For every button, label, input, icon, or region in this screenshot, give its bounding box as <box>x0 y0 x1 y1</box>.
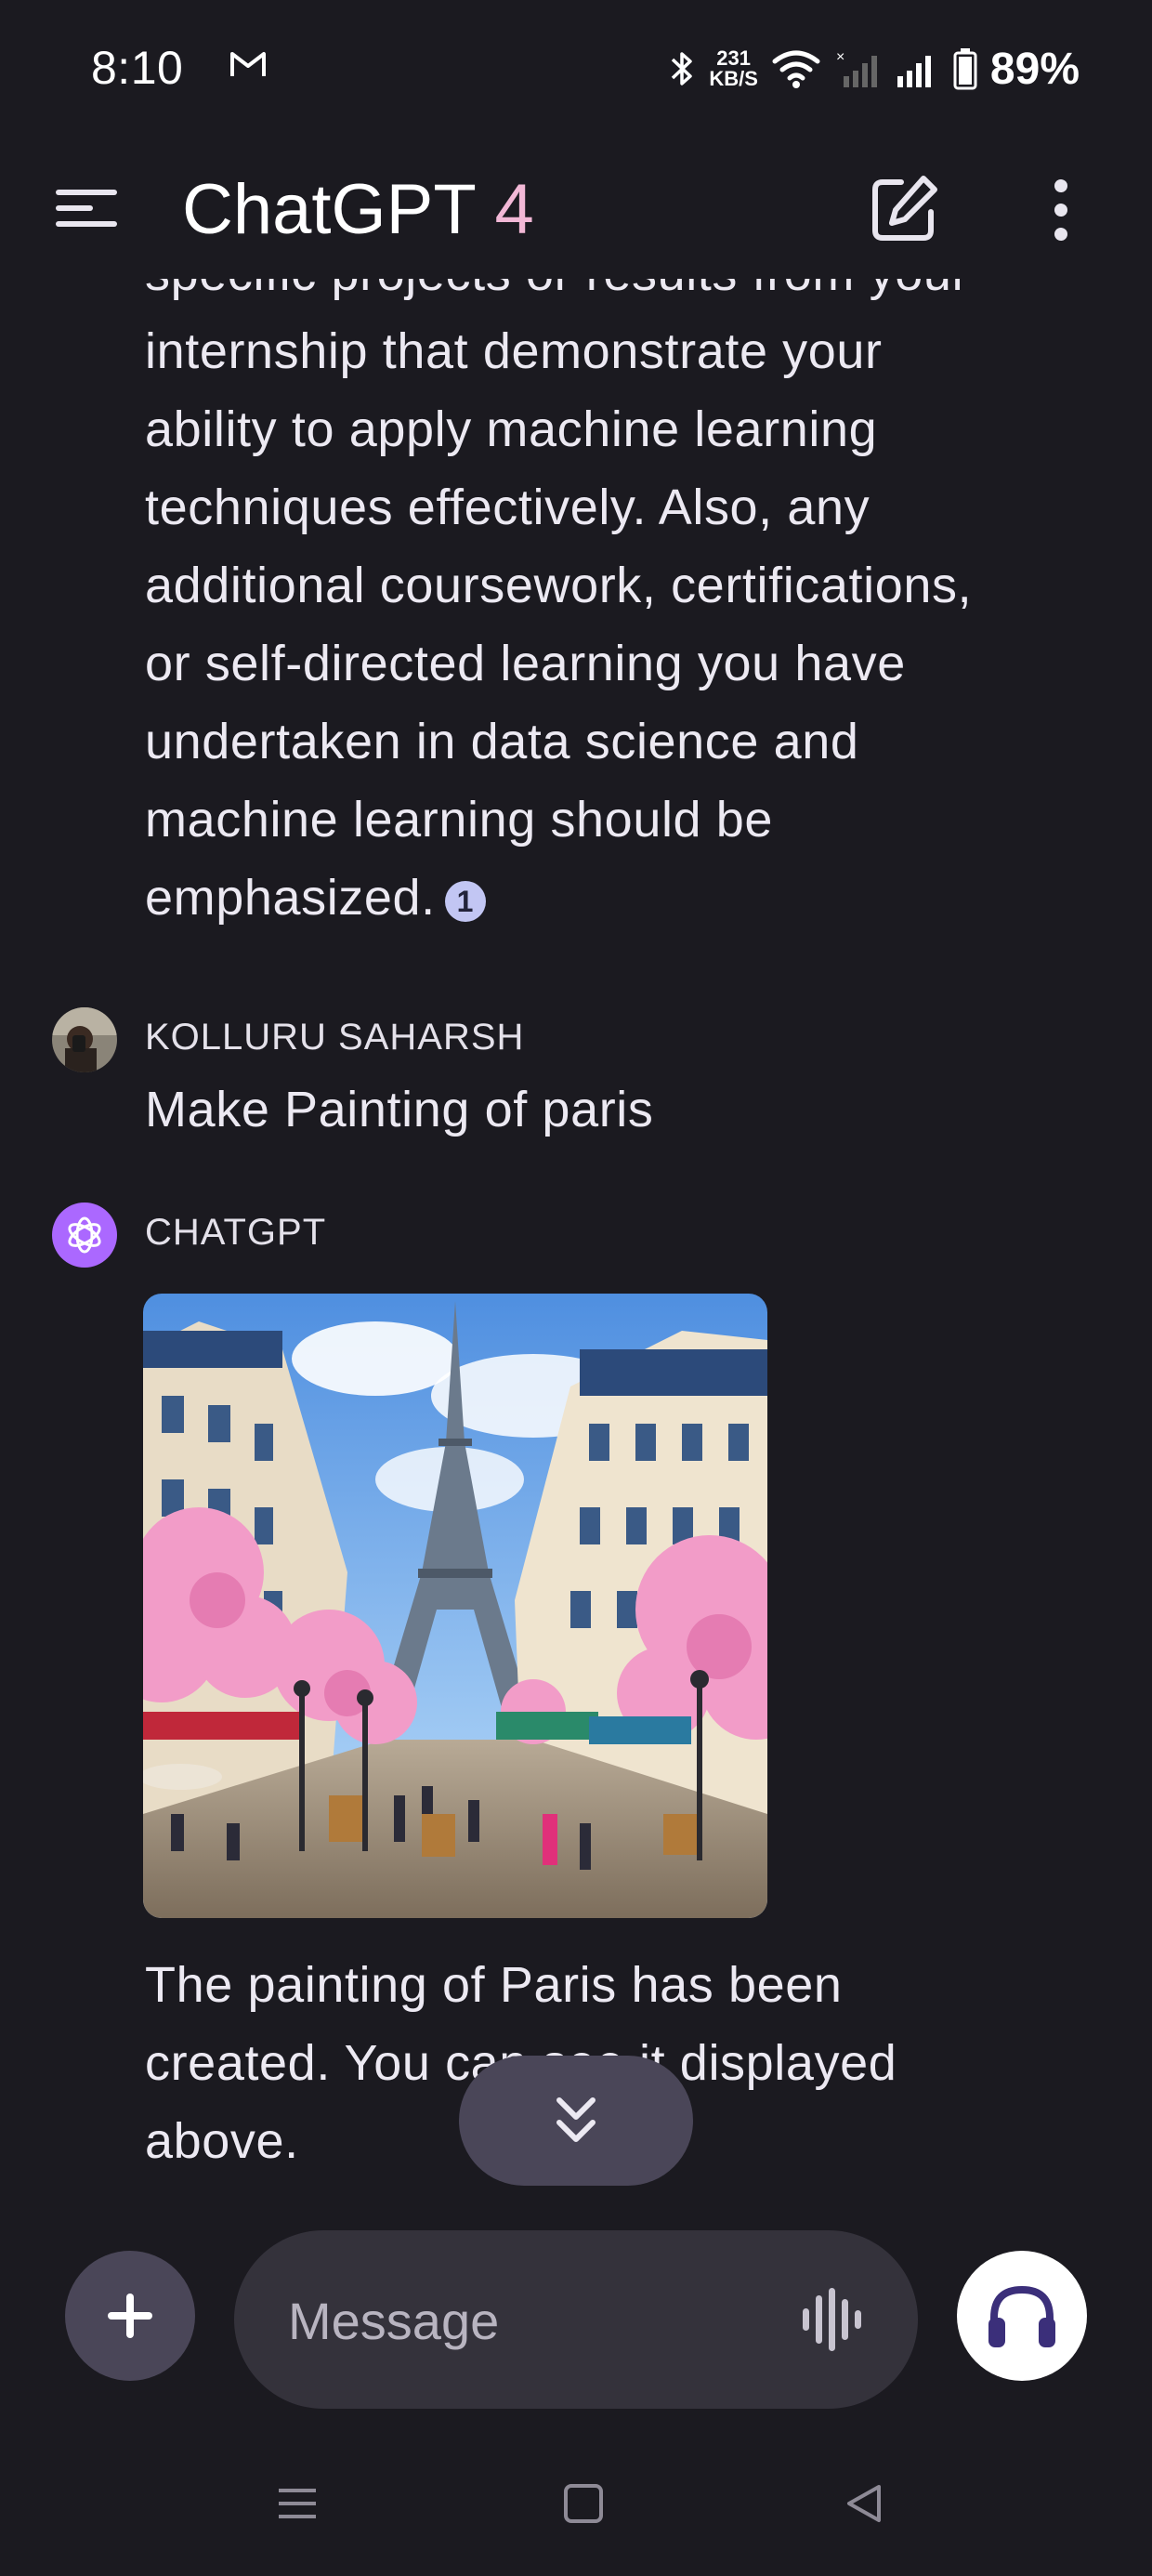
status-time: 8:10 <box>91 42 184 94</box>
response-last-line: emphasized. <box>145 870 436 926</box>
voice-mode-button[interactable] <box>957 2251 1087 2381</box>
response-line: internship that demonstrate your <box>145 323 883 379</box>
add-attachment-button[interactable] <box>65 2251 195 2381</box>
double-chevron-down-icon <box>556 2097 596 2142</box>
plus-icon <box>108 2293 152 2338</box>
signal-icon <box>897 56 931 87</box>
response-line: specific projects or results from your <box>145 279 1074 312</box>
status-bar: 8:10 231 KB/S × 89% <box>0 0 1152 139</box>
menu-icon[interactable] <box>54 184 119 232</box>
chat-area: specific projects or results from your i… <box>0 279 1152 2175</box>
home-icon[interactable] <box>561 2481 606 2526</box>
gmail-icon <box>230 52 266 76</box>
back-icon[interactable] <box>842 2481 886 2526</box>
chatgpt-avatar <box>52 1203 117 1268</box>
response-line: techniques effectively. Also, any <box>145 480 871 535</box>
network-speed: 231 KB/S <box>709 48 758 89</box>
app-title-text: ChatGPT <box>182 170 476 249</box>
response-line: additional coursework, certifications, <box>145 558 973 613</box>
recent-apps-icon[interactable] <box>275 2481 320 2526</box>
message-input[interactable] <box>286 2282 773 2359</box>
system-navigation-bar <box>0 2453 1152 2576</box>
signal-off-icon: × <box>836 49 877 87</box>
assistant-sender-name: CHATGPT <box>145 1212 327 1253</box>
response-line: machine learning should be <box>145 792 774 848</box>
app-title[interactable]: ChatGPT 4 <box>182 169 534 250</box>
status-icons: 231 KB/S × 89% <box>668 41 1080 97</box>
more-options-icon[interactable] <box>1046 175 1076 245</box>
app-bar: ChatGPT 4 <box>0 139 1152 279</box>
previous-response-text: specific projects or results from your i… <box>145 279 1074 937</box>
network-speed-unit: KB/S <box>709 67 758 90</box>
citation-badge[interactable]: 1 <box>444 880 486 922</box>
network-speed-value: 231 <box>716 46 751 70</box>
user-sender-name: KOLLURU SAHARSH <box>145 1017 525 1058</box>
scroll-to-bottom-button[interactable] <box>459 2056 693 2186</box>
headphones-icon <box>988 2285 1055 2347</box>
battery-icon <box>953 48 977 90</box>
bluetooth-icon <box>672 52 693 85</box>
user-message-text[interactable]: Make Painting of paris <box>145 1071 1074 1149</box>
model-version: 4 <box>494 170 534 249</box>
response-line: undertaken in data science and <box>145 714 859 769</box>
wifi-icon <box>772 50 820 88</box>
response-line: emphasized. 1 <box>145 859 1074 937</box>
response-line: or self-directed learning you have <box>145 636 906 691</box>
user-avatar <box>52 1007 117 1072</box>
paris-painting-image[interactable] <box>143 1294 767 1918</box>
voice-input-icon[interactable] <box>799 2288 866 2351</box>
new-chat-icon[interactable] <box>870 173 940 243</box>
openai-logo-icon <box>68 1216 101 1254</box>
composer <box>0 2230 1152 2409</box>
response-line: The painting of Paris has been <box>145 1957 843 2013</box>
response-line: ability to apply machine learning <box>145 401 878 457</box>
battery-percentage: 89% <box>989 44 1080 94</box>
message-field <box>234 2230 918 2409</box>
svg-text:×: × <box>836 49 844 65</box>
